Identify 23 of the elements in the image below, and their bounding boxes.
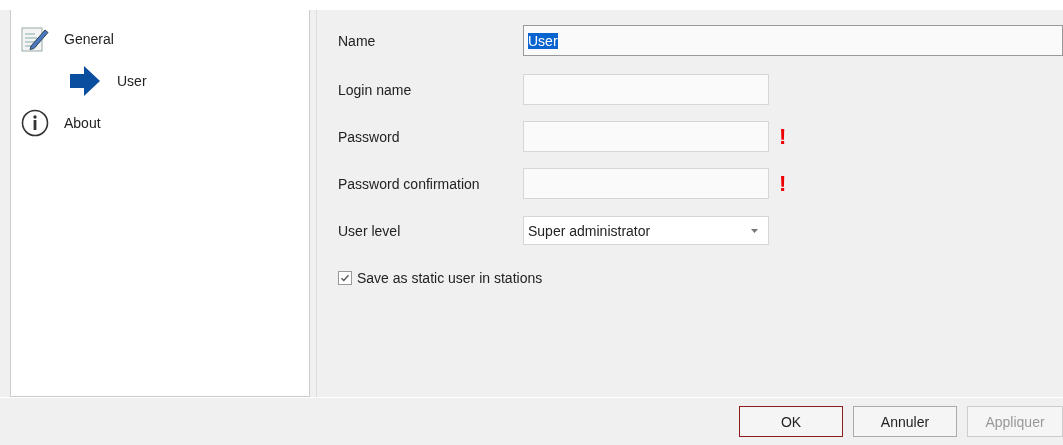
sidebar-item[interactable]: About	[21, 102, 309, 144]
text-field[interactable]	[523, 74, 769, 105]
sidebar-item[interactable]: General	[21, 18, 309, 60]
edit-icon	[21, 26, 49, 52]
field-label: User level	[338, 222, 402, 239]
field-label: Password confirmation	[338, 175, 481, 192]
arrow-icon	[69, 66, 101, 96]
error-mark: !	[779, 123, 787, 150]
info-icon	[21, 109, 49, 137]
field-label: Login name	[338, 81, 413, 98]
check-icon	[340, 273, 350, 283]
error-mark: !	[779, 170, 787, 197]
sidebar-item[interactable]: User	[21, 60, 309, 102]
caret-icon	[751, 228, 758, 233]
field-label: Name	[338, 32, 377, 49]
field-label: Password	[338, 128, 401, 145]
checkbox[interactable]: Save as static user in stations	[338, 270, 543, 286]
dialog-button[interactable]: OK	[739, 406, 843, 437]
dropdown[interactable]: Super administrator	[523, 216, 769, 245]
dialog-button[interactable]: Annuler	[853, 406, 957, 437]
text-field[interactable]	[523, 168, 769, 199]
text-field[interactable]: User	[523, 25, 1063, 56]
text-field[interactable]	[523, 121, 769, 152]
